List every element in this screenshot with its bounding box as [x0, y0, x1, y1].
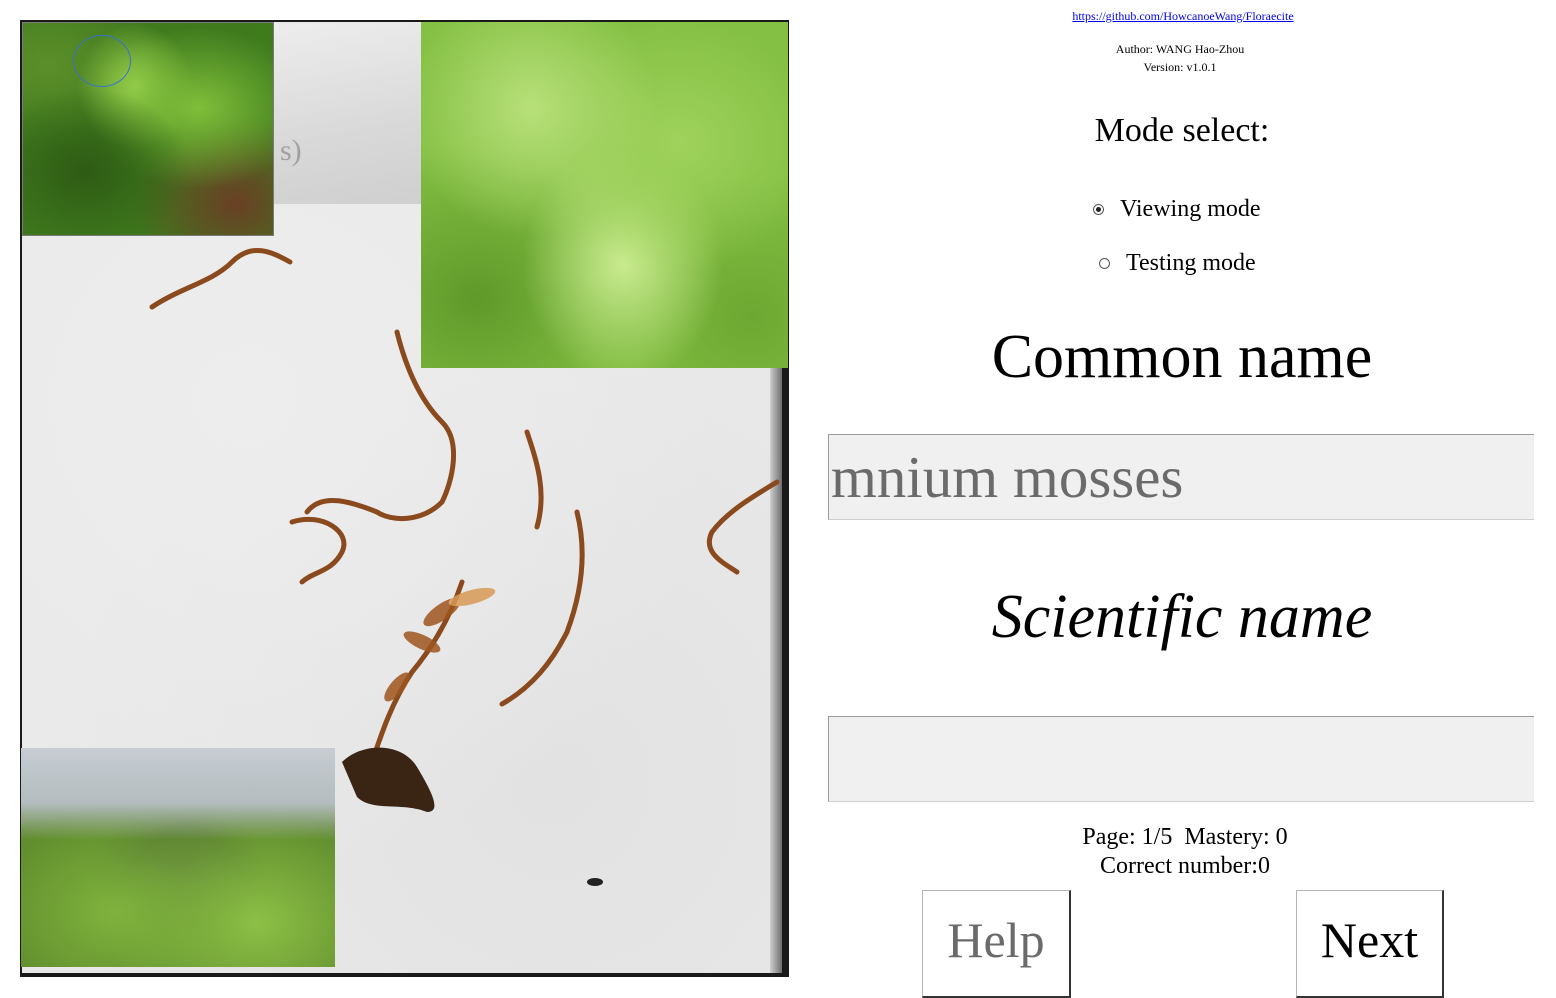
common-name-input[interactable] [828, 434, 1534, 520]
moss-shoot-photo [22, 22, 274, 236]
testing-mode-label: Testing mode [1126, 250, 1256, 276]
debris-speck [587, 878, 603, 886]
focus-circle-icon [73, 35, 131, 87]
viewing-mode-radio[interactable] [1093, 204, 1104, 215]
scientific-name-title: Scientific name [991, 583, 1373, 651]
common-name-title: Common name [991, 323, 1373, 391]
testing-mode-option[interactable]: Testing mode [1099, 250, 1256, 277]
testing-mode-radio[interactable] [1099, 258, 1110, 269]
page-mastery-status: Page: 1/5 Mastery: 0 [1082, 824, 1288, 850]
viewing-mode-label: Viewing mode [1120, 196, 1261, 222]
help-button[interactable]: Help [922, 890, 1071, 998]
moss-stem-1 [149, 247, 293, 310]
mode-select-title: Mode select: [1094, 112, 1270, 149]
moss-stem-4 [524, 429, 544, 530]
repo-link[interactable]: https://github.com/HowcanoeWang/Floraeci… [1050, 9, 1316, 24]
viewing-mode-option[interactable]: Viewing mode [1093, 196, 1261, 223]
moss-habitat-photo [21, 748, 335, 967]
moss-stem-5 [499, 509, 585, 707]
moss-rhizoid-mass [342, 747, 435, 812]
moss-stem-3 [289, 516, 347, 585]
next-button[interactable]: Next [1296, 890, 1444, 998]
moss-stem-6 [707, 479, 780, 575]
scientific-name-input[interactable] [828, 716, 1534, 802]
specimen-image-panel: s) [20, 20, 789, 977]
moss-leaf-2 [403, 631, 441, 653]
version-text: Version: v1.0.1 [1143, 60, 1217, 74]
correct-number-status: Correct number:0 [1100, 853, 1270, 879]
author-text: Author: WANG Hao-Zhou [1115, 42, 1245, 56]
moss-closeup-photo [421, 22, 788, 368]
